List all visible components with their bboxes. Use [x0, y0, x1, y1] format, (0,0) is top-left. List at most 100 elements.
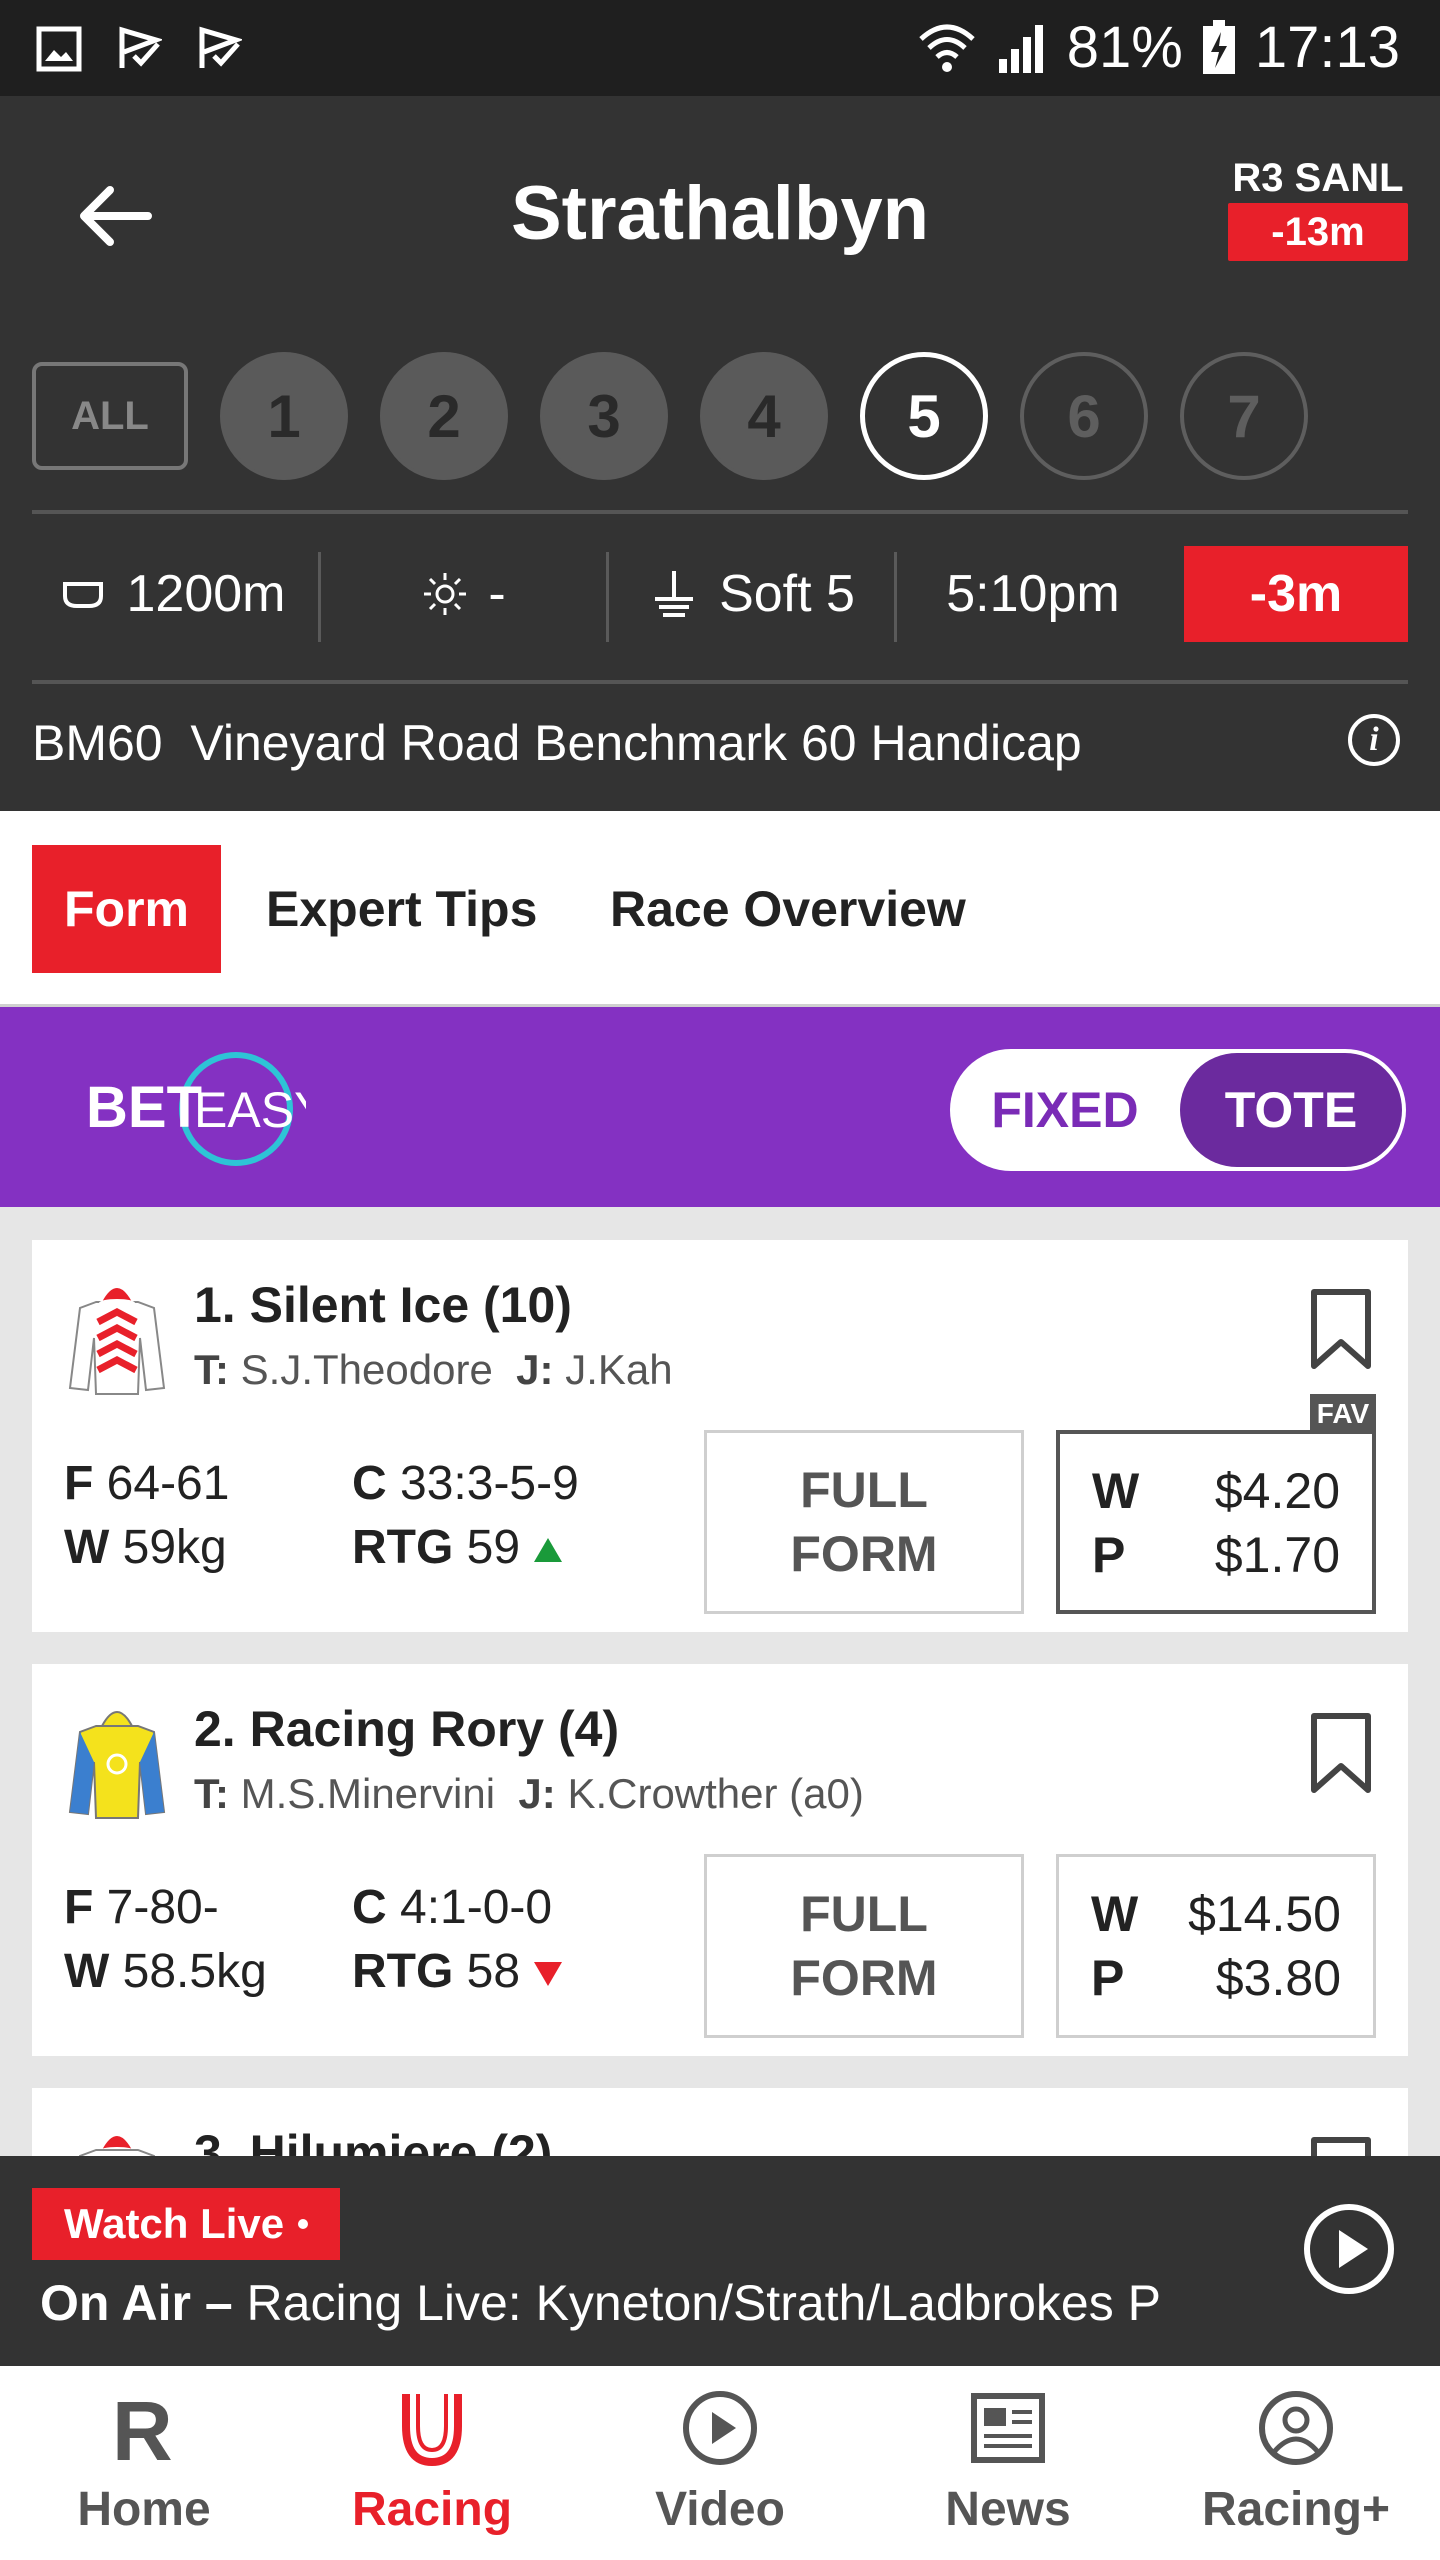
jockey-silks-icon [68, 1288, 166, 1395]
career-value: 4:1-0-0 [400, 1881, 553, 1934]
nav-racing-label: Racing [351, 2483, 513, 2536]
jockey-name: K.Crowther (a0) [567, 1770, 864, 1817]
rating-label: RTG [352, 1521, 454, 1574]
nav-home-label: Home [77, 2483, 211, 2536]
race-7-button[interactable]: 7 [1180, 352, 1308, 480]
trainer-prefix: T: [194, 1346, 229, 1393]
career-label: C [352, 1457, 387, 1510]
bookmark-icon[interactable] [1308, 1286, 1374, 1372]
race-class: BM60 [32, 715, 163, 771]
notification-icons [36, 26, 242, 72]
nav-home[interactable]: R Home [0, 2366, 288, 2560]
race-name: Vineyard Road Benchmark 60 Handicap [190, 715, 1082, 771]
win-odds: $14.50 [1188, 1886, 1341, 1942]
rating-value: 59 [466, 1521, 521, 1574]
form-value: 7-80- [106, 1881, 219, 1934]
clock: 17:13 [1254, 15, 1400, 80]
beteasy-logo: BET EASY [86, 1052, 306, 1166]
battery-percent: 81% [1066, 15, 1183, 80]
nav-news[interactable]: News [864, 2366, 1152, 2560]
runner-card[interactable]: 1. Silent Ice (10) T: S.J.Theodore J: J.… [32, 1240, 1408, 1632]
nav-racing[interactable]: Racing [288, 2366, 576, 2560]
runner-stats-left: F 64-61 W 59kg [64, 1452, 229, 1580]
race-selector: ALL 1 2 3 4 5 6 7 [32, 352, 1432, 480]
fav-badge: FAV [1310, 1394, 1376, 1434]
info-icon[interactable]: i [1348, 714, 1400, 766]
next-race-indicator[interactable]: R3 SANL -13m [1228, 156, 1408, 261]
content-tabs: Form Expert Tips Race Overview [0, 811, 1440, 1007]
weather-value: - [488, 565, 506, 623]
weight-label: W [64, 1945, 110, 1998]
nav-video-label: Video [655, 2483, 785, 2536]
race-3-button[interactable]: 3 [540, 352, 668, 480]
race-6-button[interactable]: 6 [1020, 352, 1148, 480]
track-condition-info: Soft 5 [612, 544, 892, 644]
live-dot-icon [298, 2219, 309, 2229]
check-flag-icon [199, 26, 242, 68]
race-header: Strathalbyn R3 SANL -13m ALL 1 2 3 4 5 6… [0, 96, 1440, 811]
watch-live-bar[interactable]: Watch Live On Air – Racing Live: Kyneton… [0, 2156, 1440, 2366]
system-status: 81% 17:13 [917, 14, 1400, 81]
weight-value: 59kg [122, 1521, 227, 1574]
race-4-button[interactable]: 4 [700, 352, 828, 480]
tote-option[interactable]: TOTE [1180, 1053, 1402, 1167]
jockey-silks-icon [68, 1711, 166, 1819]
next-race-label: R3 SANL [1232, 156, 1404, 200]
odds-button[interactable]: W $14.50 P $3.80 [1056, 1854, 1376, 2038]
jockey-prefix: J: [516, 1346, 554, 1393]
start-time-value: 5:10pm [946, 565, 1120, 623]
tab-expert-tips[interactable]: Expert Tips [266, 845, 537, 973]
race-2-button[interactable]: 2 [380, 352, 508, 480]
on-air-label: On Air – [40, 2275, 233, 2331]
runner-name[interactable]: 1. Silent Ice (10) [194, 1276, 572, 1334]
full-form-button[interactable]: FULL FORM [704, 1854, 1024, 2038]
weight-value: 58.5kg [122, 1945, 267, 1998]
tab-form[interactable]: Form [32, 845, 221, 973]
trainer-name: S.J.Theodore [240, 1346, 493, 1393]
wifi-icon [919, 24, 975, 72]
jockey-prefix: J: [518, 1770, 556, 1817]
fixed-tote-toggle[interactable]: FIXED TOTE [950, 1049, 1406, 1171]
next-race-countdown: -13m [1228, 203, 1408, 261]
bookmark-icon[interactable] [1308, 1710, 1374, 1796]
full-form-button[interactable]: FULL FORM [704, 1430, 1024, 1614]
win-label: W [1091, 1886, 1139, 1942]
logo-text-bet: BET [86, 1075, 202, 1140]
tab-race-overview[interactable]: Race Overview [610, 845, 966, 973]
divider [32, 680, 1408, 684]
newspaper-icon [971, 2393, 1045, 2463]
nav-racing-plus[interactable]: Racing+ [1152, 2366, 1440, 2560]
place-odds: $1.70 [1214, 1527, 1340, 1583]
track-shape-icon [62, 582, 103, 608]
race-all-button[interactable]: ALL [32, 362, 188, 470]
image-icon [36, 26, 82, 72]
watch-live-badge[interactable]: Watch Live [32, 2188, 341, 2260]
rating-label: RTG [352, 1945, 454, 1998]
place-label: P [1092, 1527, 1126, 1583]
runner-stats-left: F 7-80- W 58.5kg [64, 1876, 267, 2004]
on-air-text: On Air – Racing Live: Kyneton/Strath/Lad… [40, 2274, 1161, 2332]
race-5-button[interactable]: 5 [860, 352, 988, 480]
form-label: F [64, 1457, 94, 1510]
runner-stats-right: C 4:1-0-0 RTG 58 [352, 1876, 563, 2004]
logo-text-easy: EASY [194, 1082, 306, 1138]
play-icon[interactable] [1304, 2204, 1394, 2294]
runner-card[interactable]: 2. Racing Rory (4) T: M.S.Minervini J: K… [32, 1664, 1408, 2056]
distance-info: 1200m [32, 544, 312, 644]
nav-video[interactable]: Video [576, 2366, 864, 2560]
signal-icon [998, 24, 1043, 73]
place-label: P [1091, 1950, 1125, 2006]
race-1-button[interactable]: 1 [220, 352, 348, 480]
runner-name[interactable]: 2. Racing Rory (4) [194, 1700, 619, 1758]
form-label: F [64, 1881, 94, 1934]
bottom-navigation: R Home Racing Video News Racing+ [0, 2366, 1440, 2560]
form-value: 64-61 [106, 1457, 230, 1510]
rating-value: 58 [466, 1945, 521, 1998]
odds-button[interactable]: W $4.20 P $1.70 [1056, 1430, 1376, 1614]
horseshoe-icon [402, 2394, 462, 2467]
svg-text:R: R [112, 2388, 173, 2468]
place-odds: $3.80 [1215, 1950, 1341, 2006]
watch-live-label: Watch Live [64, 2200, 285, 2247]
fixed-option[interactable]: FIXED [950, 1049, 1180, 1171]
ground-icon [655, 571, 694, 617]
